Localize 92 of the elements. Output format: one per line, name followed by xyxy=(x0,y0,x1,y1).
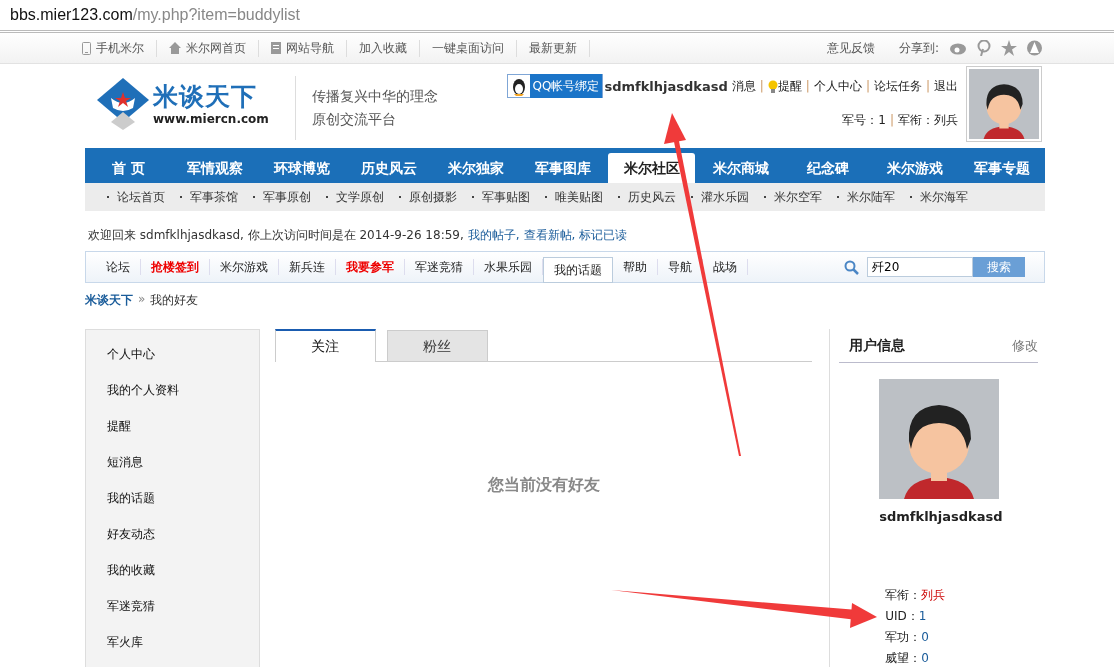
slogan: 原创交流平台 xyxy=(311,111,397,129)
rank-info: 军衔：列兵 xyxy=(898,113,958,127)
subnav-link[interactable]: 文学原创 xyxy=(336,188,384,206)
nav-tab[interactable]: 米尔社区 xyxy=(608,153,696,183)
forum-nav-tab[interactable]: 帮助 xyxy=(613,259,658,275)
subnav-link[interactable]: 军事贴图 xyxy=(482,188,530,206)
subnav-link[interactable]: 原创摄影 xyxy=(409,188,457,206)
edit-link[interactable]: 修改 xyxy=(1012,337,1039,355)
subnav-link[interactable]: 米尔空军 xyxy=(774,188,822,206)
lightbulb-icon xyxy=(767,79,778,93)
welcome-link[interactable]: 查看新帖, xyxy=(523,228,576,242)
info-field: 军功：0 xyxy=(885,629,1045,646)
sidebar-item[interactable]: 我的话题 xyxy=(107,491,155,505)
sidebar-item[interactable]: 个人中心 xyxy=(107,347,155,361)
top-link[interactable]: 最新更新 xyxy=(529,39,577,57)
nav-tab[interactable]: 米尔独家 xyxy=(432,153,520,183)
user-link[interactable]: 退出 xyxy=(934,77,958,95)
info-field: 军衔：列兵 xyxy=(885,587,1045,604)
tab[interactable]: 粉丝 xyxy=(386,330,488,361)
nav-tab[interactable]: 环球博览 xyxy=(258,153,346,183)
separator: | xyxy=(865,79,870,93)
breadcrumb-separator: » xyxy=(138,292,146,308)
nav-tab[interactable]: 米尔商城 xyxy=(697,153,785,183)
sidebar-item[interactable]: 我的收藏 xyxy=(107,563,155,577)
info-field: 威望：0 xyxy=(885,650,1045,667)
user-link[interactable]: 论坛任务 xyxy=(873,77,922,95)
user-link[interactable]: 消息 xyxy=(731,77,756,95)
nav-tab[interactable]: 军情观察 xyxy=(171,153,259,183)
tab[interactable]: 关注 xyxy=(274,329,376,362)
profile-username: sdmfklhjasdkasd xyxy=(879,509,1004,524)
share-label: 分享到: xyxy=(898,39,939,57)
forum-nav-tab[interactable]: 抢楼签到 xyxy=(141,259,210,275)
logo-url: www.miercn.com xyxy=(153,112,269,126)
top-link[interactable]: 网站导航 xyxy=(286,39,334,57)
slogan: 传播复兴中华的理念 xyxy=(311,88,438,106)
nav-tab[interactable]: 军事图库 xyxy=(519,153,607,183)
sidebar-item[interactable]: 短消息 xyxy=(107,455,143,469)
top-link[interactable]: 米尔网首页 xyxy=(186,39,246,57)
subnav-link[interactable]: 米尔陆军 xyxy=(847,188,895,206)
welcome-link[interactable]: 标记已读 xyxy=(579,228,628,242)
welcome-link[interactable]: 我的帖子, xyxy=(467,228,520,242)
forum-nav-tab[interactable]: 我的话题 xyxy=(543,257,613,283)
top-link[interactable]: 加入收藏 xyxy=(359,39,407,57)
sidebar-item[interactable]: 提醒 xyxy=(107,419,131,433)
subnav-link[interactable]: 唯美贴图 xyxy=(555,188,603,206)
forum-nav-tab[interactable]: 米尔游戏 xyxy=(210,259,279,275)
home-icon xyxy=(169,42,181,54)
search-icon xyxy=(844,259,859,275)
eye-icon[interactable] xyxy=(949,41,967,55)
user-link[interactable]: 提醒 xyxy=(777,77,802,95)
star-icon[interactable] xyxy=(1001,40,1017,56)
top-link[interactable]: 一键桌面访问 xyxy=(432,39,504,57)
separator: | xyxy=(889,113,894,127)
logo-text: 米谈天下 xyxy=(153,82,258,112)
subnav-link[interactable]: 历史风云 xyxy=(628,188,676,206)
sidebar-item[interactable]: 我的个人资料 xyxy=(107,383,179,397)
subnav-link[interactable]: 灌水乐园 xyxy=(701,188,749,206)
info-field: UID：1 xyxy=(885,608,1045,625)
subnav-link[interactable]: 米尔海军 xyxy=(920,188,968,206)
subnav-link[interactable]: 军事原创 xyxy=(263,188,311,206)
subnav-link[interactable]: 论坛首页 xyxy=(117,188,165,206)
panel-title: 用户信息 xyxy=(849,337,906,355)
sidebar-item[interactable]: 好友动态 xyxy=(107,527,155,541)
nav-tab[interactable]: 首 页 xyxy=(85,153,172,183)
separator: | xyxy=(805,79,810,93)
separator: | xyxy=(759,79,764,93)
breadcrumb-link[interactable]: 米谈天下 xyxy=(85,292,133,309)
separator: | xyxy=(925,79,930,93)
search-field[interactable]: 歼20 xyxy=(867,257,973,277)
forum-nav-tab[interactable]: 论坛 xyxy=(96,259,141,275)
subnav-link[interactable]: 军事茶馆 xyxy=(190,188,238,206)
rank-info: 军号：1 xyxy=(842,113,886,127)
phone-icon xyxy=(82,41,91,55)
top-link[interactable]: 手机米尔 xyxy=(96,39,144,57)
nav-tab[interactable]: 米尔游戏 xyxy=(871,153,959,183)
feedback-link[interactable]: 意见反馈 xyxy=(826,39,887,57)
forum-nav-tab[interactable]: 军迷竞猜 xyxy=(405,259,474,275)
forum-nav-tab[interactable]: 我要参军 xyxy=(336,259,405,275)
user-link[interactable]: 个人中心 xyxy=(813,77,862,95)
logo-icon xyxy=(97,78,149,130)
nav-tab[interactable]: 历史风云 xyxy=(345,153,433,183)
welcome-text: 欢迎回来 sdmfklhjasdkasd, 你上次访问时间是在 2014-9-26 18:59, xyxy=(88,228,464,242)
username[interactable]: sdmfklhjasdkasd xyxy=(604,78,728,94)
empty-message: 您当前没有好友 xyxy=(487,475,600,494)
qq-bind-button[interactable]: QQ帐号绑定 xyxy=(506,74,604,98)
nav-tab[interactable]: 军事专题 xyxy=(958,153,1045,183)
sidebar-item[interactable]: 军迷竞猜 xyxy=(107,599,155,613)
sidebar-item[interactable]: 军火库 xyxy=(107,635,143,649)
avatar-silhouette xyxy=(969,69,1039,139)
forum-nav-tab[interactable]: 新兵连 xyxy=(279,259,336,275)
nav-tab[interactable]: 纪念碑 xyxy=(784,153,872,183)
document-icon xyxy=(271,42,281,54)
